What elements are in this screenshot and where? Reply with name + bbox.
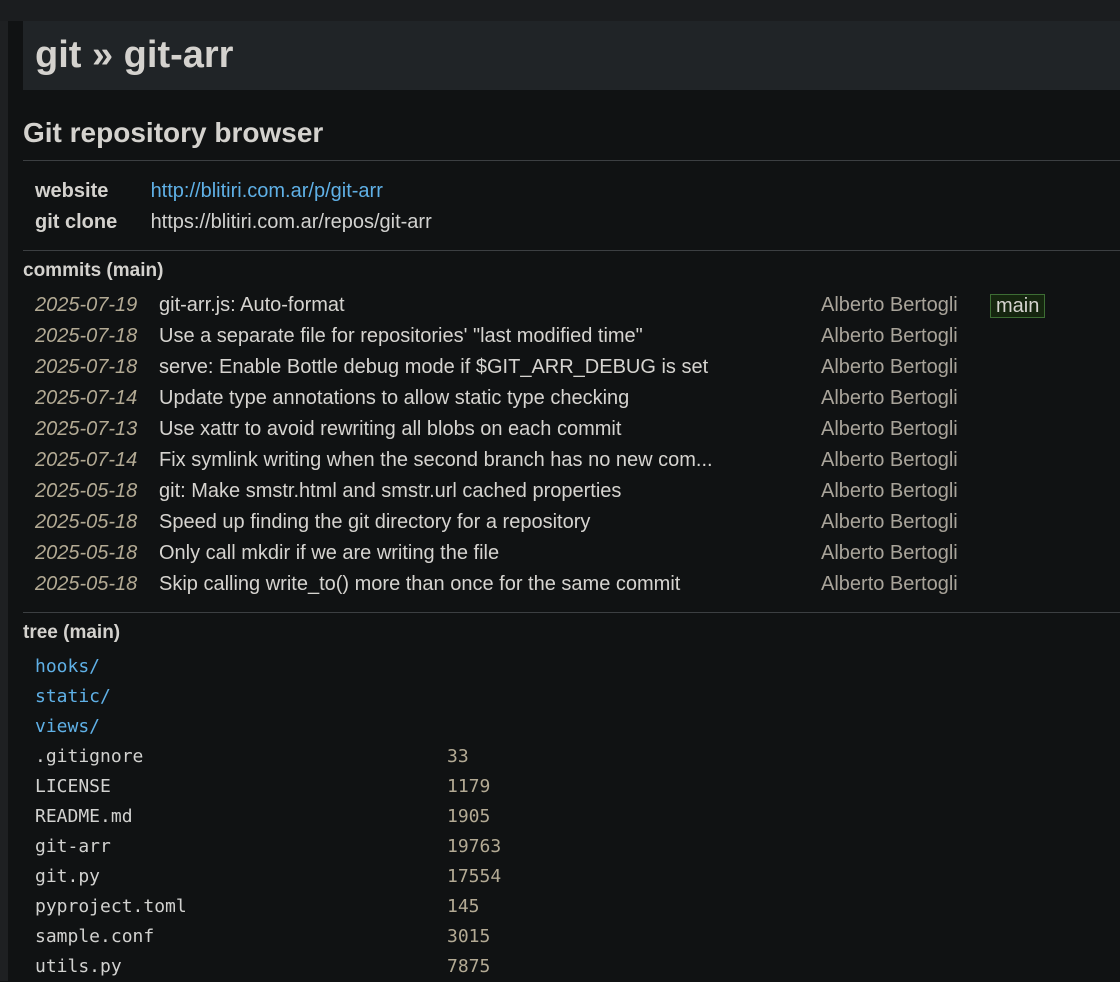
commit-author: Alberto Bertogli	[821, 480, 958, 502]
git-clone-label: git clone	[35, 211, 118, 233]
commit-row[interactable]: 2025-07-18 Use a separate file for repos…	[0, 321, 1120, 352]
tree-section-title: tree (main)	[23, 622, 121, 643]
commit-row[interactable]: 2025-07-14 Update type annotations to al…	[0, 383, 1120, 414]
commit-message[interactable]: Use xattr to avoid rewriting all blobs o…	[159, 414, 621, 445]
file-link[interactable]: LICENSE	[35, 772, 111, 802]
commit-date: 2025-07-14	[35, 387, 138, 409]
commit-message[interactable]: Only call mkdir if we are writing the fi…	[159, 538, 499, 569]
tree-entry[interactable]: utils.py 7875	[0, 952, 1120, 982]
file-link[interactable]: utils.py	[35, 952, 122, 982]
divider	[23, 250, 1120, 251]
directory-link[interactable]: static/	[35, 682, 111, 712]
commit-row[interactable]: 2025-07-18 serve: Enable Bottle debug mo…	[0, 352, 1120, 383]
commit-date: 2025-07-18	[35, 325, 138, 347]
commit-row[interactable]: 2025-05-18 Skip calling write_to() more …	[0, 569, 1120, 600]
commit-message[interactable]: Update type annotations to allow static …	[159, 383, 629, 414]
commit-row[interactable]: 2025-07-19 git-arr.js: Auto-format Alber…	[0, 290, 1120, 321]
branch-badge[interactable]: main	[990, 294, 1046, 318]
commit-message[interactable]: serve: Enable Bottle debug mode if $GIT_…	[159, 352, 708, 383]
commit-author: Alberto Bertogli	[821, 294, 958, 316]
commit-row[interactable]: 2025-05-18 Only call mkdir if we are wri…	[0, 538, 1120, 569]
commit-author: Alberto Bertogli	[821, 325, 958, 347]
commits-section-title: commits (main)	[23, 260, 164, 281]
tree-entry[interactable]: sample.conf 3015	[0, 922, 1120, 952]
commit-author: Alberto Bertogli	[821, 573, 958, 595]
file-link[interactable]: git-arr	[35, 832, 111, 862]
commit-date: 2025-05-18	[35, 511, 138, 533]
file-size: 33	[447, 746, 469, 767]
file-size: 19763	[447, 836, 502, 857]
commit-message[interactable]: git: Make smstr.html and smstr.url cache…	[159, 476, 621, 507]
file-link[interactable]: sample.conf	[35, 922, 154, 952]
commit-author: Alberto Bertogli	[821, 418, 958, 440]
website-label: website	[35, 180, 109, 202]
file-size: 7875	[447, 956, 491, 977]
tree-entry[interactable]: hooks/	[0, 652, 1120, 682]
website-row: website http://blitiri.com.ar/p/git-arr	[35, 179, 383, 203]
commit-date: 2025-07-13	[35, 418, 138, 440]
commit-date: 2025-07-14	[35, 449, 138, 471]
commit-message[interactable]: Use a separate file for repositories' "l…	[159, 321, 643, 352]
directory-link[interactable]: views/	[35, 712, 100, 742]
file-size: 1179	[447, 776, 491, 797]
commit-row[interactable]: 2025-05-18 Speed up finding the git dire…	[0, 507, 1120, 538]
tree-entry[interactable]: README.md 1905	[0, 802, 1120, 832]
git-clone-url: https://blitiri.com.ar/repos/git-arr	[150, 211, 432, 233]
git-clone-row: git clone https://blitiri.com.ar/repos/g…	[35, 210, 432, 234]
tree-entry[interactable]: pyproject.toml 145	[0, 892, 1120, 922]
tree-entry[interactable]: git-arr 19763	[0, 832, 1120, 862]
commit-message[interactable]: Skip calling write_to() more than once f…	[159, 569, 680, 600]
file-link[interactable]: git.py	[35, 862, 100, 892]
commit-date: 2025-05-18	[35, 542, 138, 564]
commit-message[interactable]: git-arr.js: Auto-format	[159, 290, 345, 321]
commit-author: Alberto Bertogli	[821, 356, 958, 378]
commit-date: 2025-07-18	[35, 356, 138, 378]
file-size: 145	[447, 896, 480, 917]
tree-entry[interactable]: LICENSE 1179	[0, 772, 1120, 802]
tree-entry[interactable]: static/	[0, 682, 1120, 712]
directory-link[interactable]: hooks/	[35, 652, 100, 682]
commit-author: Alberto Bertogli	[821, 542, 958, 564]
commit-row[interactable]: 2025-05-18 git: Make smstr.html and smst…	[0, 476, 1120, 507]
commit-message[interactable]: Fix symlink writing when the second bran…	[159, 445, 713, 476]
tree-entry[interactable]: .gitignore 33	[0, 742, 1120, 772]
divider	[23, 612, 1120, 613]
website-link[interactable]: http://blitiri.com.ar/p/git-arr	[151, 180, 383, 202]
file-link[interactable]: README.md	[35, 802, 133, 832]
file-size: 3015	[447, 926, 491, 947]
commit-row[interactable]: 2025-07-13 Use xattr to avoid rewriting …	[0, 414, 1120, 445]
tree-entry[interactable]: git.py 17554	[0, 862, 1120, 892]
repo-description: Git repository browser	[23, 117, 324, 148]
commit-author: Alberto Bertogli	[821, 449, 958, 471]
commit-date: 2025-05-18	[35, 480, 138, 502]
file-size: 17554	[447, 866, 502, 887]
page-title: git » git-arr	[35, 34, 234, 76]
commit-author: Alberto Bertogli	[821, 387, 958, 409]
file-link[interactable]: .gitignore	[35, 742, 143, 772]
commit-date: 2025-05-18	[35, 573, 138, 595]
file-link[interactable]: pyproject.toml	[35, 892, 187, 922]
commit-author: Alberto Bertogli	[821, 511, 958, 533]
commit-date: 2025-07-19	[35, 294, 138, 316]
commit-row[interactable]: 2025-07-14 Fix symlink writing when the …	[0, 445, 1120, 476]
divider	[23, 160, 1120, 161]
tree-entry[interactable]: views/	[0, 712, 1120, 742]
commit-message[interactable]: Speed up finding the git directory for a…	[159, 507, 590, 538]
page-header: git » git-arr	[23, 21, 1120, 90]
file-size: 1905	[447, 806, 491, 827]
top-bar	[0, 0, 1120, 21]
